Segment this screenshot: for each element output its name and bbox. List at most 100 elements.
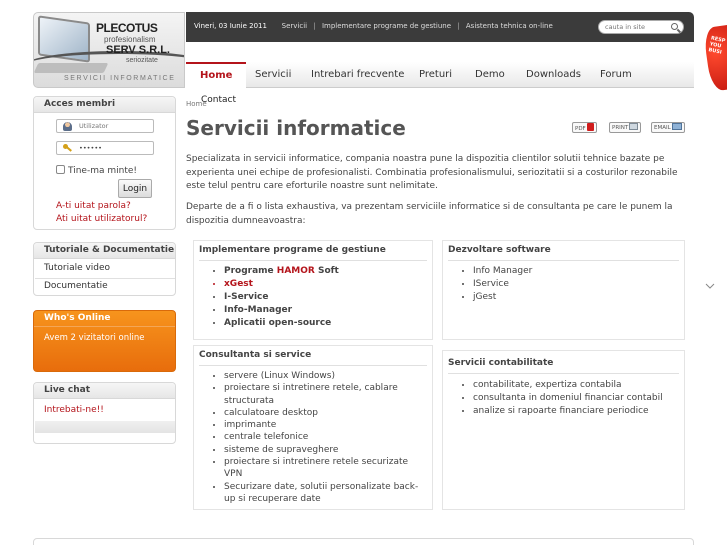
hamor-brand: HAMOR xyxy=(276,266,315,276)
top-link-implementare[interactable]: Implementare programe de gestiune xyxy=(322,22,451,30)
item-text: analize si rapoarte financiare periodice xyxy=(473,406,649,416)
nav-demo[interactable]: Demo xyxy=(475,62,505,88)
login-button[interactable]: Login xyxy=(118,179,152,198)
print-button[interactable]: PRINT xyxy=(609,122,642,133)
whos-online-module: Who's Online Avem 2 vizitatori online xyxy=(33,310,176,372)
pdf-icon xyxy=(586,123,594,131)
pdf-button[interactable]: PDF xyxy=(572,122,597,133)
promo-badge[interactable]: RESP YOU BUSI xyxy=(702,24,727,92)
forgot-username-link[interactable]: Ati uitat utilizatorul? xyxy=(56,214,147,224)
tutorial-video-link[interactable]: Tutoriale video xyxy=(44,263,110,273)
promo-text: RESP YOU BUSI xyxy=(707,35,726,56)
nav-home[interactable]: Home xyxy=(186,62,247,88)
list-item: proiectare si intretinere retele securiz… xyxy=(224,456,428,481)
list-item[interactable]: Programe HAMOR Soft xyxy=(224,265,339,278)
list-item[interactable]: jGest xyxy=(473,291,532,304)
list-item[interactable]: xGest xyxy=(224,278,339,291)
item-text: Info Manager xyxy=(473,266,533,276)
remember-label: Tine-ma minte! xyxy=(68,166,137,176)
live-chat-title: Live chat xyxy=(34,383,175,399)
print-icon xyxy=(629,123,639,130)
divider xyxy=(199,365,427,366)
item-text: I-Service xyxy=(224,292,269,302)
separator: | xyxy=(313,22,316,30)
email-label: EMAIL xyxy=(654,125,671,131)
breadcrumb: Home Contact xyxy=(186,95,236,108)
list-item[interactable]: I-Service xyxy=(224,291,339,304)
item-text: sisteme de supraveghere xyxy=(224,444,339,455)
card-consultanta: Consultanta si service servere (Linux Wi… xyxy=(193,345,433,510)
password-field[interactable] xyxy=(56,141,154,155)
list-item: centrale telefonice xyxy=(224,431,428,443)
list-item[interactable]: Info Manager xyxy=(473,265,532,278)
search-input[interactable] xyxy=(605,22,665,32)
item-text: centrale telefonice xyxy=(224,432,309,443)
page-title: Servicii informatice xyxy=(186,116,406,140)
remember-checkbox[interactable] xyxy=(56,165,65,174)
list-item[interactable]: Aplicatii open-source xyxy=(224,317,339,330)
item-text: Aplicatii open-source xyxy=(224,318,332,328)
forgot-password-link[interactable]: A-ti uitat parola? xyxy=(56,201,131,211)
item-text: xGest xyxy=(224,279,253,289)
card-title: Implementare programe de gestiune xyxy=(199,245,386,255)
site-logo[interactable]: PLECOTUS profesionalism SERV S.R.L. seri… xyxy=(33,12,185,88)
live-chat-module: Live chat Intrebati-ne!! xyxy=(33,382,176,444)
email-icon xyxy=(671,123,682,130)
current-date: Vineri, 03 Iunie 2011 xyxy=(194,22,267,30)
item-text: Info-Manager xyxy=(224,305,293,315)
top-link-servicii[interactable]: Servicii xyxy=(282,22,307,30)
divider xyxy=(199,260,427,261)
nav-preturi[interactable]: Preturi xyxy=(419,62,452,88)
item-text: contabilitate, expertiza contabila xyxy=(473,380,622,390)
card-implementare: Implementare programe de gestiune Progra… xyxy=(193,240,433,340)
pdf-label: PDF xyxy=(575,126,586,132)
card-list: Info Manager IService jGest xyxy=(459,265,532,304)
password-input[interactable] xyxy=(79,143,149,153)
list-item[interactable]: Info-Manager xyxy=(224,304,339,317)
breadcrumb-contact[interactable]: Contact xyxy=(201,95,236,105)
separator xyxy=(273,22,275,30)
live-chat-link[interactable]: Intrebati-ne!! xyxy=(44,405,104,415)
item-text: calculatoare desktop xyxy=(224,407,318,418)
list-item: Securizare date, solutii personalizate b… xyxy=(224,481,428,506)
separator: | xyxy=(457,22,460,30)
login-module: Acces membri Tine-ma minte! Login A-ti u… xyxy=(33,96,176,230)
remember-me[interactable]: Tine-ma minte! xyxy=(56,165,137,176)
search-box[interactable] xyxy=(598,20,684,34)
top-bar: Vineri, 03 Iunie 2011 Servicii | Impleme… xyxy=(186,12,694,42)
list-item[interactable]: IService xyxy=(473,278,532,291)
username-field[interactable] xyxy=(56,119,154,133)
tutorials-title: Tutoriale & Documentatie xyxy=(34,243,175,259)
list-item: calculatoare desktop xyxy=(224,407,428,419)
item-text: IService xyxy=(473,279,509,289)
nav-intrebari-frecvente[interactable]: Intrebari frecvente xyxy=(311,62,404,88)
documentatie-link[interactable]: Documentatie xyxy=(44,281,108,291)
chevron-down-icon[interactable] xyxy=(705,283,715,289)
list-item: contabilitate, expertiza contabila xyxy=(473,379,663,392)
logo-line-1: PLECOTUS xyxy=(96,21,158,35)
logo-line-3: SERV S.R.L. xyxy=(106,44,170,56)
nav-downloads[interactable]: Downloads xyxy=(526,62,581,88)
email-button[interactable]: EMAIL xyxy=(651,122,685,133)
main-nav: Home Servicii Intrebari frecvente Pretur… xyxy=(186,62,694,88)
print-label: PRINT xyxy=(612,125,629,131)
item-text: servere (Linux Windows) xyxy=(224,371,335,381)
search-icon[interactable] xyxy=(671,23,678,30)
item-text: Soft xyxy=(314,266,339,276)
logo-tagline: SERVICII INFORMATICE xyxy=(64,75,176,82)
top-link-asistenta[interactable]: Asistenta tehnica on-line xyxy=(466,22,553,30)
list-item: analize si rapoarte financiare periodice xyxy=(473,405,663,418)
card-title: Servicii contabilitate xyxy=(448,358,554,368)
key-icon xyxy=(63,144,72,153)
item-text: Securizare date, solutii personalizate b… xyxy=(224,481,419,504)
list-item: imprimante xyxy=(224,419,428,431)
whos-online-title: Who's Online xyxy=(34,311,175,327)
card-list: Programe HAMOR Soft xGest I-Service Info… xyxy=(210,265,339,330)
card-dezvoltare: Dezvoltare software Info Manager IServic… xyxy=(442,240,685,340)
nav-forum[interactable]: Forum xyxy=(600,62,632,88)
logo-line-2: profesionalism xyxy=(104,35,156,44)
nav-servicii[interactable]: Servicii xyxy=(255,62,291,88)
card-list: contabilitate, expertiza contabila consu… xyxy=(459,379,663,418)
username-input[interactable] xyxy=(79,121,149,131)
list-item: servere (Linux Windows) xyxy=(224,370,428,382)
